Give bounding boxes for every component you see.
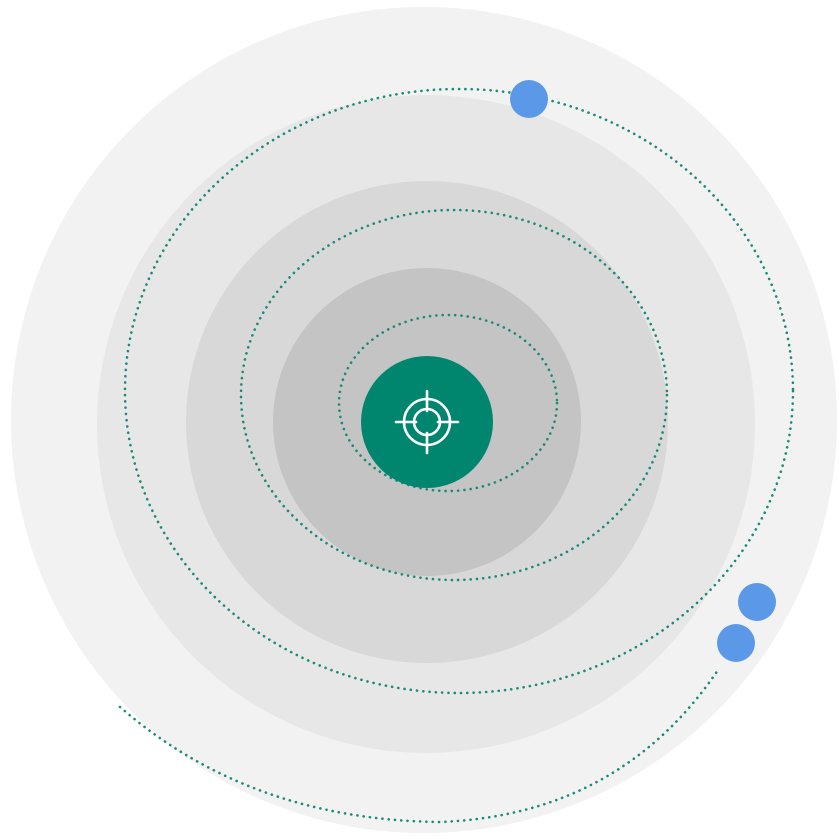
center-target	[361, 356, 493, 488]
satellite-top	[510, 80, 548, 118]
satellite-right-upper	[738, 583, 776, 621]
orbit-diagram	[0, 0, 839, 839]
satellite-right-lower	[717, 624, 755, 662]
center-disc	[361, 356, 493, 488]
orbit-diagram-canvas	[11, 7, 837, 833]
